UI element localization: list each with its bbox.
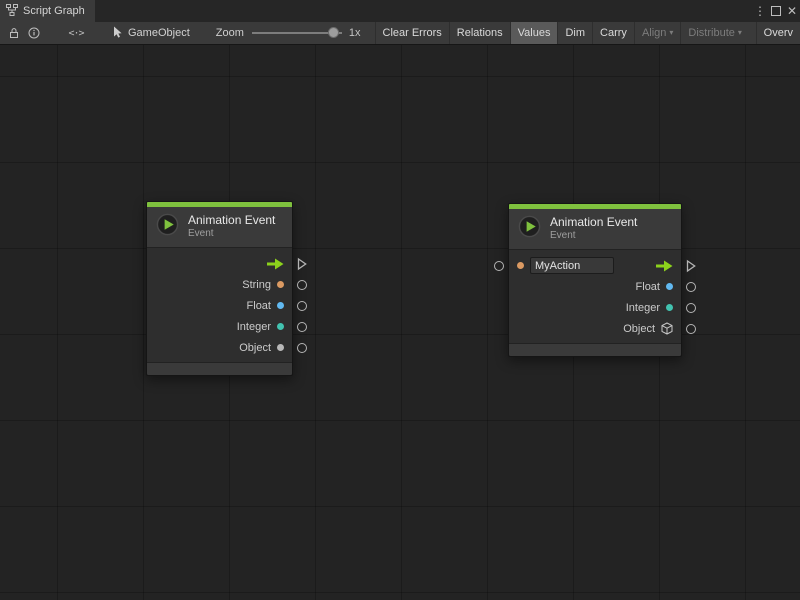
- float-output-port[interactable]: [297, 301, 307, 311]
- object-type-dot: [277, 344, 284, 351]
- port-label-object: Object: [239, 342, 271, 354]
- window-menu-icon[interactable]: ⋮: [752, 0, 768, 22]
- node-body: Float Integer Object: [509, 250, 681, 343]
- graph-canvas[interactable]: Animation Event Event String: [0, 45, 800, 600]
- node-subtitle: Event: [188, 228, 275, 241]
- overview-button[interactable]: Overv: [756, 22, 800, 44]
- relations-button[interactable]: Relations: [449, 22, 510, 44]
- port-label-float: Float: [247, 300, 271, 312]
- port-label-integer: Integer: [237, 321, 271, 333]
- float-type-dot: [277, 302, 284, 309]
- carry-button[interactable]: Carry: [592, 22, 634, 44]
- code-icon[interactable]: <·>: [66, 22, 86, 44]
- integer-type-dot: [666, 304, 673, 311]
- cube-icon: [661, 322, 673, 335]
- flow-arrow-icon: [655, 260, 673, 272]
- flow-output-port[interactable]: [297, 257, 307, 270]
- string-output-port[interactable]: [297, 280, 307, 290]
- flow-output-port[interactable]: [686, 259, 696, 272]
- dim-button[interactable]: Dim: [557, 22, 592, 44]
- zoom-label: Zoom: [216, 27, 244, 39]
- tab-script-graph[interactable]: Script Graph: [0, 0, 95, 22]
- node-header[interactable]: Animation Event Event: [147, 207, 292, 248]
- integer-output-port[interactable]: [297, 322, 307, 332]
- output-row-object: Object: [147, 337, 292, 358]
- node-animation-event-1[interactable]: Animation Event Event String: [146, 201, 293, 376]
- flow-arrow-icon: [266, 258, 284, 270]
- zoom-value: 1x: [349, 27, 361, 39]
- output-row-string: String: [147, 274, 292, 295]
- integer-type-dot: [277, 323, 284, 330]
- align-button[interactable]: Align ▾: [634, 22, 680, 44]
- graph-toolbar: <·> GameObject Zoom 1x Clear Errors Rela…: [0, 22, 800, 45]
- string-type-dot: [517, 262, 524, 269]
- node-footer: [509, 343, 681, 356]
- distribute-button[interactable]: Distribute ▾: [680, 22, 748, 44]
- graph-icon: [6, 4, 18, 19]
- gameobject-selector[interactable]: GameObject: [112, 26, 190, 41]
- object-output-port[interactable]: [686, 324, 696, 334]
- maximize-icon[interactable]: [768, 0, 784, 22]
- code-glyph: <·>: [68, 28, 83, 39]
- align-label: Align: [642, 27, 666, 39]
- info-icon[interactable]: [24, 22, 44, 44]
- lock-icon[interactable]: [4, 22, 24, 44]
- node-title: Animation Event: [188, 213, 275, 228]
- object-output-port[interactable]: [297, 343, 307, 353]
- integer-output-port[interactable]: [686, 303, 696, 313]
- node-body: String Float Integer Object: [147, 248, 292, 362]
- float-output-port[interactable]: [686, 282, 696, 292]
- gameobject-label: GameObject: [128, 27, 190, 39]
- node-title: Animation Event: [550, 215, 637, 230]
- distribute-label: Distribute: [688, 27, 734, 39]
- zoom-slider[interactable]: [252, 22, 344, 44]
- close-icon[interactable]: ✕: [784, 0, 800, 22]
- float-type-dot: [666, 283, 673, 290]
- zoom-slider-handle[interactable]: [328, 27, 339, 38]
- clear-errors-button[interactable]: Clear Errors: [375, 22, 449, 44]
- port-label-string: String: [242, 279, 271, 291]
- tabbar-spacer: [95, 0, 752, 22]
- node-footer: [147, 362, 292, 375]
- values-button[interactable]: Values: [510, 22, 558, 44]
- tab-label: Script Graph: [23, 5, 85, 17]
- port-label-object: Object: [623, 323, 655, 335]
- node-animation-event-2[interactable]: Animation Event Event: [508, 203, 682, 357]
- port-label-integer: Integer: [626, 302, 660, 314]
- chevron-down-icon: ▾: [738, 29, 742, 37]
- event-play-icon: [518, 215, 541, 243]
- string-type-dot: [277, 281, 284, 288]
- output-row-float: Float: [147, 295, 292, 316]
- flow-output-row: [147, 253, 292, 274]
- script-graph-window: Script Graph ⋮ ✕ <·>: [0, 0, 800, 600]
- flow-output-row: [509, 255, 681, 276]
- node-subtitle: Event: [550, 230, 637, 243]
- output-row-object: Object: [509, 318, 681, 339]
- action-name-input[interactable]: [530, 257, 614, 274]
- output-row-integer: Integer: [147, 316, 292, 337]
- gameobject-icon: [112, 26, 123, 41]
- output-row-float: Float: [509, 276, 681, 297]
- maximize-glyph: [771, 6, 781, 16]
- port-label-float: Float: [636, 281, 660, 293]
- event-play-icon: [156, 213, 179, 241]
- output-row-integer: Integer: [509, 297, 681, 318]
- chevron-down-icon: ▾: [669, 29, 673, 37]
- tab-bar: Script Graph ⋮ ✕: [0, 0, 800, 22]
- node-header[interactable]: Animation Event Event: [509, 209, 681, 250]
- name-input-port[interactable]: [494, 261, 504, 271]
